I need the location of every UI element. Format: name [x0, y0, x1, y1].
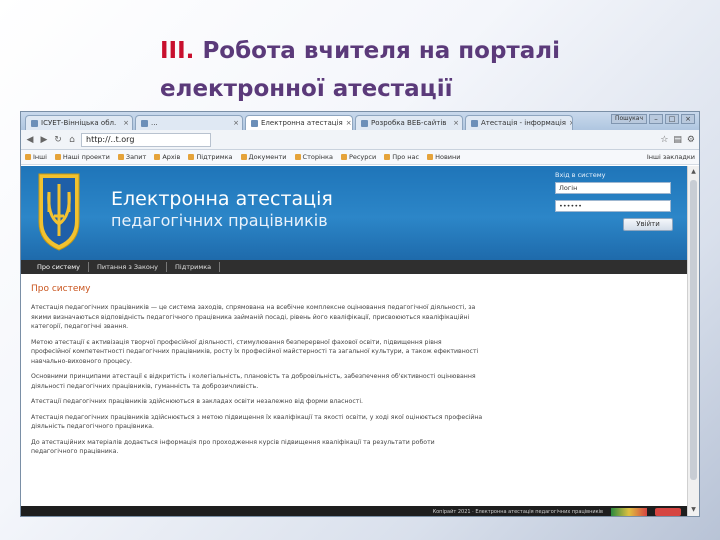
tab-3-active[interactable]: Електронна атестація ×	[245, 115, 353, 130]
close-icon[interactable]: ×	[346, 117, 352, 130]
star-icon[interactable]: ☆	[660, 135, 668, 145]
tab-bar: ІСУЕТ-Вінніцька обл. × ... × Електронна ат…	[21, 112, 699, 130]
tab-4[interactable]: Розробка ВЕБ-сайтів ×	[355, 115, 463, 130]
bookmark-item[interactable]: Ресурси	[340, 153, 376, 161]
tab-1[interactable]: ІСУЕТ-Вінніцька обл. ×	[25, 115, 133, 130]
page-icon	[251, 119, 258, 127]
tab-2[interactable]: ... ×	[135, 115, 243, 130]
close-icon[interactable]: ×	[453, 117, 459, 130]
vertical-scrollbar[interactable]: ▲ ▼	[687, 166, 699, 516]
slide-title-line2: електронної атестації	[160, 76, 453, 102]
bookmark-item[interactable]: Наші проекти	[54, 153, 110, 161]
browser-window: ІСУЕТ-Вінніцька обл. × ... × Електронна ат…	[20, 111, 700, 517]
folder-icon	[240, 154, 247, 160]
reload-icon[interactable]: ↻	[53, 134, 63, 146]
trident-coat-of-arms-icon[interactable]	[35, 172, 83, 252]
tab-label: Розробка ВЕБ-сайтів	[371, 118, 447, 127]
login-button[interactable]: Увійти	[623, 218, 673, 231]
login-caption: Вхід в систему	[555, 171, 606, 179]
page-icon	[471, 119, 478, 127]
page-viewport: Електронна атестація педагогічних праців…	[21, 166, 689, 516]
bookmark-item[interactable]: Новини	[427, 153, 460, 161]
tab-label: Атестація - інформація	[481, 118, 567, 127]
wrench-icon[interactable]: ⚙	[687, 135, 695, 145]
window-label: Пошукач	[611, 114, 647, 124]
tab-5[interactable]: Атестація - інформація×	[465, 115, 573, 130]
partner-badge[interactable]	[655, 508, 681, 516]
close-window-icon[interactable]: ×	[681, 114, 695, 124]
folder-icon	[117, 154, 124, 160]
other-bookmarks[interactable]: Інші закладки	[647, 153, 695, 161]
site-nav: Про систему Питання з Закону Підтримка	[21, 260, 689, 274]
back-arrow-icon[interactable]: ◀	[25, 134, 35, 146]
folder-icon	[25, 154, 31, 160]
page-icon	[31, 119, 38, 127]
close-icon[interactable]: ×	[569, 117, 572, 130]
tab-label: ...	[151, 118, 158, 127]
page-icon	[361, 119, 368, 127]
tab-label: ІСУЕТ-Вінніцька обл.	[41, 118, 117, 127]
bookmark-item[interactable]: Сторінка	[294, 153, 333, 161]
bookmark-item[interactable]: Інші	[25, 153, 47, 161]
folder-icon	[294, 154, 301, 160]
tab-label: Електронна атестація	[261, 118, 343, 127]
folder-icon	[188, 154, 195, 160]
folder-icon	[54, 154, 61, 160]
minimize-icon[interactable]: –	[649, 114, 663, 124]
bookmarks-bar: Інші Наші проекти Запит Архів Підтримка …	[21, 150, 699, 165]
content-paragraph: Атестації педагогічних працівників здійс…	[31, 398, 364, 405]
slide-title: III. Робота вчителя на порталі електронн…	[160, 32, 680, 108]
home-icon[interactable]: ⌂	[67, 134, 77, 146]
scroll-down-icon[interactable]: ▼	[688, 506, 699, 516]
login-panel: Вхід в систему Логін •••••• Увійти	[555, 170, 673, 231]
scroll-up-icon[interactable]: ▲	[688, 168, 699, 178]
close-icon[interactable]: ×	[233, 117, 239, 130]
password-field[interactable]: ••••••	[555, 200, 671, 212]
bookmark-item[interactable]: Про нас	[384, 153, 419, 161]
close-icon[interactable]: ×	[123, 117, 129, 130]
content-paragraph: Метою атестації є активізація творчої пр…	[31, 338, 479, 365]
nav-item-law[interactable]: Питання з Закону	[89, 262, 167, 272]
site-footer: Копірайт 2021 · Електронна атестація пед…	[21, 506, 689, 516]
content-paragraph: Атестація педагогічних працівників — це …	[31, 304, 476, 330]
content-heading: Про систему	[31, 284, 91, 294]
forward-arrow-icon[interactable]: ▶	[39, 134, 49, 146]
folder-icon	[154, 154, 161, 160]
login-field[interactable]: Логін	[555, 182, 671, 194]
address-tools: ☆ ▤ ⚙	[660, 135, 695, 145]
main-content: Про систему Атестація педагогічних праці…	[21, 274, 689, 457]
bookmark-item[interactable]: Документи	[240, 153, 287, 161]
bookmark-item[interactable]: Підтримка	[188, 153, 233, 161]
site-title: Електронна атестація	[111, 188, 333, 210]
footer-text: Копірайт 2021 · Електронна атестація пед…	[432, 509, 603, 515]
window-controls: Пошукач – □ ×	[611, 114, 695, 124]
maximize-icon[interactable]: □	[665, 114, 679, 124]
address-bar: ◀ ▶ ↻ ⌂ http://..t.org ☆ ▤ ⚙	[21, 130, 699, 150]
slide-title-line1: Робота вчителя на порталі	[202, 38, 560, 64]
scrollbar-thumb[interactable]	[690, 180, 697, 480]
content-paragraph: Атестація педагогічних працівників здійс…	[31, 413, 483, 431]
folder-icon	[384, 154, 391, 160]
slide-title-number: III.	[160, 38, 195, 64]
folder-icon	[340, 154, 347, 160]
site-subtitle: педагогічних працівників	[111, 211, 328, 230]
page-menu-icon[interactable]: ▤	[673, 135, 682, 145]
content-paragraph: До атестаційних матеріалів додається інф…	[31, 438, 435, 456]
folder-icon	[427, 154, 434, 160]
bookmark-item[interactable]: Архів	[154, 153, 180, 161]
site-header: Електронна атестація педагогічних праців…	[21, 166, 689, 260]
content-paragraph: Основними принципами атестації є відкрит…	[31, 373, 476, 390]
nav-item-about[interactable]: Про систему	[29, 262, 89, 272]
bookmark-item[interactable]: Запит	[117, 153, 146, 161]
page-icon	[141, 119, 148, 127]
visit-counter-widget[interactable]	[611, 508, 647, 516]
url-input[interactable]: http://..t.org	[81, 132, 211, 147]
nav-item-support[interactable]: Підтримка	[167, 262, 221, 272]
